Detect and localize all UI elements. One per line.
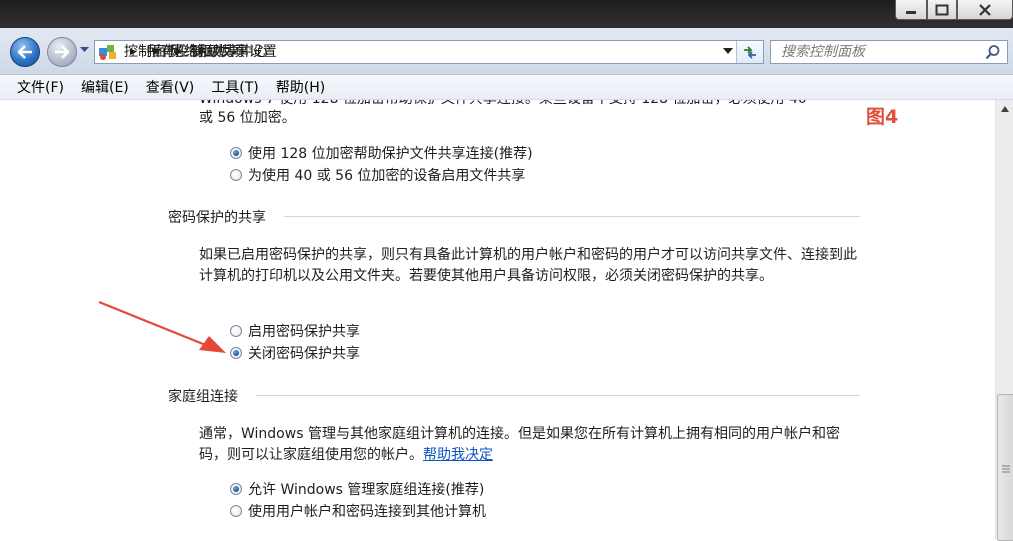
menu-edit[interactable]: 编辑(E): [73, 77, 137, 97]
menu-bar: 文件(F) 编辑(E) 查看(V) 工具(T) 帮助(H): [0, 75, 1013, 100]
radio-homegroup-windows-managed[interactable]: 允许 Windows 管理家庭组连接(推荐): [230, 479, 484, 499]
radio-unselected-icon[interactable]: [230, 169, 242, 181]
search-input[interactable]: [779, 43, 983, 61]
section-divider: [256, 395, 860, 396]
radio-homegroup-user-accounts[interactable]: 使用用户帐户和密码连接到其他计算机: [230, 501, 486, 521]
search-icon[interactable]: [985, 44, 1001, 60]
maximize-icon: [935, 4, 949, 15]
address-bar[interactable]: ▶ 控制面板 ▶ 所有控制面板项 ▶ 网络和共享中心 ▶ 高级共享设置: [94, 40, 764, 64]
menu-tools[interactable]: 工具(T): [203, 77, 266, 97]
radio-selected-icon[interactable]: [230, 483, 242, 495]
control-panel-icon: [98, 43, 120, 61]
minimize-icon: [906, 10, 916, 14]
maximize-button[interactable]: [927, 0, 957, 20]
recent-pages-dropdown-icon[interactable]: [80, 47, 89, 53]
homegroup-description: 通常，Windows 管理与其他家庭组计算机的连接。但是如果您在所有计算机上拥有…: [199, 424, 859, 466]
radio-label: 为使用 40 或 56 位加密的设备启用文件共享: [248, 168, 526, 184]
radio-label: 启用密码保护共享: [248, 324, 360, 340]
forward-button[interactable]: [47, 37, 77, 67]
breadcrumb-label: 高级共享设置: [192, 43, 277, 60]
refresh-button[interactable]: [736, 41, 763, 63]
radio-label: 关闭密码保护共享: [248, 346, 360, 362]
radio-encryption-40-56[interactable]: 为使用 40 或 56 位加密的设备启用文件共享: [230, 165, 525, 185]
vertical-scrollbar[interactable]: [995, 100, 1013, 541]
breadcrumb-item[interactable]: ▶ 所有控制面板项: [147, 44, 245, 60]
radio-password-sharing-off[interactable]: 关闭密码保护共享: [230, 343, 360, 363]
radio-password-sharing-on[interactable]: 启用密码保护共享: [230, 321, 360, 341]
close-button[interactable]: [957, 0, 1013, 20]
back-arrow-icon: [17, 45, 32, 59]
search-box[interactable]: [770, 40, 1008, 64]
password-sharing-description: 如果已启用密码保护的共享，则只有具备此计算机的用户帐户和密码的用户才可以访问共享…: [199, 247, 857, 284]
radio-label: 使用用户帐户和密码连接到其他计算机: [248, 504, 486, 520]
help-me-decide-link[interactable]: 帮助我决定: [423, 447, 493, 463]
close-icon: [979, 3, 991, 16]
scrollbar-grip-icon: [1002, 465, 1010, 473]
encryption-description-line2: 或 56 位加密。: [199, 110, 296, 126]
radio-unselected-icon[interactable]: [230, 325, 242, 337]
scrollbar-thumb[interactable]: [997, 394, 1013, 541]
menu-file[interactable]: 文件(F): [9, 77, 72, 97]
radio-encryption-128[interactable]: 使用 128 位加密帮助保护文件共享连接(推荐): [230, 143, 533, 163]
back-button[interactable]: [10, 37, 40, 67]
breadcrumb-item[interactable]: ▶ 高级共享设置: [193, 44, 277, 60]
refresh-icon: [744, 46, 756, 59]
minimize-button[interactable]: [895, 0, 927, 20]
radio-label: 允许 Windows 管理家庭组连接(推荐): [248, 482, 485, 498]
window-titlebar: [0, 0, 1013, 28]
section-heading-password-sharing: 密码保护的共享: [168, 210, 266, 226]
radio-selected-icon[interactable]: [230, 347, 242, 359]
radio-unselected-icon[interactable]: [230, 505, 242, 517]
navigation-bar: ▶ 控制面板 ▶ 所有控制面板项 ▶ 网络和共享中心 ▶ 高级共享设置: [0, 28, 1013, 75]
menu-help[interactable]: 帮助(H): [268, 77, 333, 97]
section-heading-homegroup: 家庭组连接: [168, 389, 238, 405]
radio-label: 使用 128 位加密帮助保护文件共享连接(推荐): [248, 146, 533, 162]
section-divider: [284, 216, 860, 217]
forward-arrow-icon: [55, 45, 70, 59]
radio-selected-icon[interactable]: [230, 147, 242, 159]
window-caption-buttons: [895, 0, 1013, 20]
figure-annotation: 图4: [866, 106, 899, 128]
annotation-arrow-icon: [98, 300, 226, 353]
breadcrumb-item[interactable]: ▶ 控制面板: [124, 44, 180, 60]
scroll-up-icon[interactable]: [1001, 106, 1009, 112]
address-dropdown-icon[interactable]: [723, 48, 733, 54]
homegroup-description-text: 通常，Windows 管理与其他家庭组计算机的连接。但是如果您在所有计算机上拥有…: [199, 426, 840, 463]
breadcrumb-item[interactable]: ▶ 网络和共享中心: [170, 44, 268, 60]
menu-view[interactable]: 查看(V): [138, 77, 203, 97]
